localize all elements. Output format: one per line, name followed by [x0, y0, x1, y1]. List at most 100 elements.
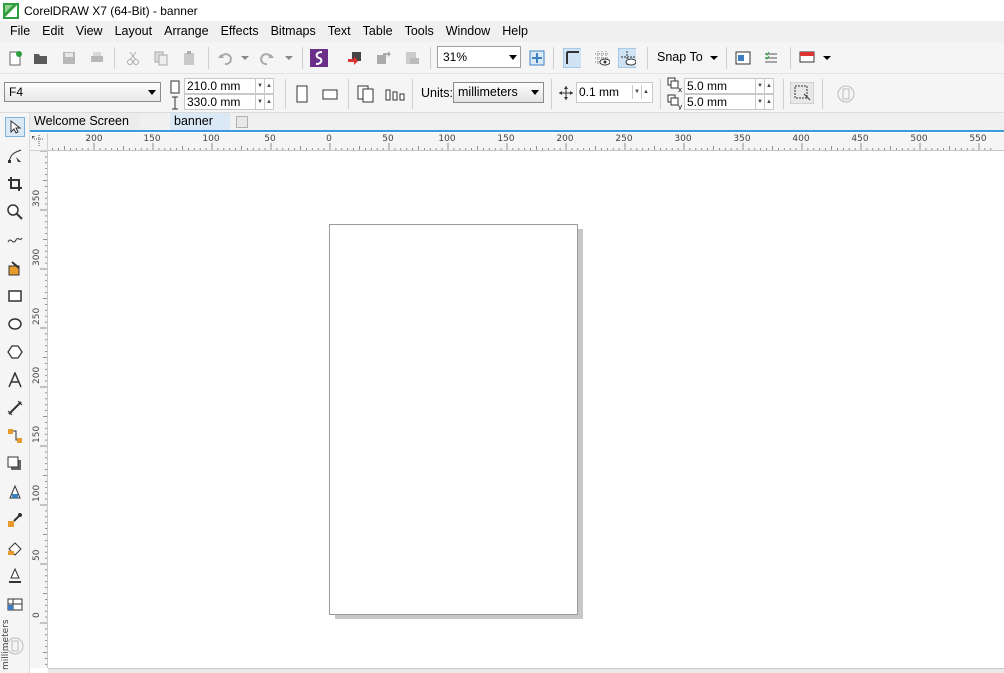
duplicate-y-field[interactable]: 5.0 mm ▼ ▲: [684, 94, 774, 110]
ellipse-tool-icon[interactable]: [5, 314, 25, 334]
redo-dropdown-icon[interactable]: [280, 49, 298, 67]
menu-tools[interactable]: Tools: [399, 21, 440, 42]
ruler-origin[interactable]: [30, 133, 48, 151]
menu-bitmaps[interactable]: Bitmaps: [265, 21, 322, 42]
spin-up-icon[interactable]: ▲: [264, 95, 273, 109]
drop-shadow-tool-icon[interactable]: [5, 454, 25, 474]
portrait-icon[interactable]: [292, 84, 312, 104]
horizontal-ruler[interactable]: 200 150 100 50 0 50 100 150 200 250 300 …: [48, 133, 1004, 151]
pick-tool-icon[interactable]: [5, 117, 25, 137]
nudge-distance-field[interactable]: 0.1 mm ▼ ▲: [576, 82, 653, 103]
vertical-ruler[interactable]: 350 300 250 200 150 100 50 0: [30, 151, 48, 668]
show-guidelines-icon[interactable]: [618, 48, 636, 68]
zoom-to-page-icon[interactable]: [528, 49, 546, 67]
spin-down-icon[interactable]: ▼: [755, 79, 764, 93]
menu-text[interactable]: Text: [322, 21, 357, 42]
chevron-down-icon[interactable]: [531, 90, 539, 95]
dup-y-spinner[interactable]: ▼ ▲: [755, 95, 773, 109]
save-icon[interactable]: [60, 49, 78, 67]
show-rulers-icon[interactable]: [563, 48, 581, 68]
tab-welcome-screen[interactable]: Welcome Screen: [30, 113, 140, 130]
cut-icon[interactable]: [124, 49, 142, 67]
interactive-fill-tool-icon[interactable]: [5, 538, 25, 558]
spin-up-icon[interactable]: ▲: [641, 85, 650, 99]
dup-x-spinner[interactable]: ▼ ▲: [755, 79, 773, 93]
spin-up-icon[interactable]: ▲: [764, 79, 773, 93]
rectangle-tool-icon[interactable]: [5, 286, 25, 306]
spin-up-icon[interactable]: ▲: [764, 95, 773, 109]
nudge-spinner[interactable]: ▼ ▲: [632, 85, 650, 99]
page-height-field[interactable]: 330.0 mm ▼ ▲: [184, 94, 274, 110]
menu-window[interactable]: Window: [440, 21, 496, 42]
page-size-select[interactable]: F4: [4, 82, 161, 102]
mesh-fill-tool-icon[interactable]: [5, 594, 25, 614]
height-spinner[interactable]: ▼ ▲: [255, 95, 273, 109]
shape-tool-icon[interactable]: [5, 146, 25, 166]
document-page[interactable]: [329, 224, 578, 615]
chevron-down-icon[interactable]: [509, 55, 517, 60]
paste-icon[interactable]: [180, 49, 198, 67]
menu-effects[interactable]: Effects: [215, 21, 265, 42]
current-page-icon[interactable]: [384, 84, 406, 104]
undo-dropdown-icon[interactable]: [236, 49, 254, 67]
smart-drawing-tool-icon[interactable]: [5, 566, 25, 586]
zoom-tool-icon[interactable]: [5, 202, 25, 222]
units-value: millimeters: [458, 85, 518, 99]
import-icon[interactable]: [346, 49, 364, 67]
open-icon[interactable]: [32, 49, 50, 67]
options-icon[interactable]: [762, 49, 780, 67]
new-document-icon[interactable]: [6, 49, 24, 67]
polygon-tool-icon[interactable]: [5, 342, 25, 362]
menu-file[interactable]: File: [4, 21, 36, 42]
menu-arrange[interactable]: Arrange: [158, 21, 214, 42]
menu-bar: File Edit View Layout Arrange Effects Bi…: [0, 21, 1004, 42]
undo-icon[interactable]: [216, 49, 234, 67]
chevron-down-icon[interactable]: [148, 90, 156, 95]
menu-view[interactable]: View: [70, 21, 109, 42]
text-tool-icon[interactable]: [5, 370, 25, 390]
zoom-level-value: 31%: [443, 50, 468, 64]
menu-help[interactable]: Help: [496, 21, 534, 42]
copy-icon[interactable]: [152, 49, 170, 67]
welcome-screen-icon[interactable]: [734, 49, 752, 67]
object-properties-icon[interactable]: [836, 84, 856, 104]
spin-down-icon[interactable]: ▼: [755, 95, 764, 109]
freehand-tool-icon[interactable]: [5, 230, 25, 250]
page-width-field[interactable]: 210.0 mm ▼ ▲: [184, 78, 274, 94]
toolbar-separator: [726, 47, 727, 69]
menu-layout[interactable]: Layout: [109, 21, 159, 42]
all-pages-icon[interactable]: [355, 84, 377, 104]
spin-down-icon[interactable]: ▼: [255, 79, 264, 93]
publish-pdf-icon[interactable]: [402, 49, 420, 67]
color-eyedropper-tool-icon[interactable]: [5, 510, 25, 530]
page-navigator-strip[interactable]: [48, 668, 1004, 673]
treat-as-filled-icon[interactable]: [790, 82, 814, 104]
duplicate-x-field[interactable]: 5.0 mm ▼ ▲: [684, 78, 774, 94]
tab-banner[interactable]: banner: [170, 113, 230, 130]
toolbar-separator: [208, 47, 209, 69]
parallel-dimension-tool-icon[interactable]: [5, 398, 25, 418]
export-icon[interactable]: [374, 49, 392, 67]
menu-edit[interactable]: Edit: [36, 21, 70, 42]
search-content-icon[interactable]: [310, 49, 328, 67]
connector-tool-icon[interactable]: [5, 426, 25, 446]
snap-to-button[interactable]: Snap To: [657, 50, 703, 64]
width-spinner[interactable]: ▼ ▲: [255, 79, 273, 93]
crop-tool-icon[interactable]: [5, 174, 25, 194]
transparency-tool-icon[interactable]: [5, 482, 25, 502]
landscape-icon[interactable]: [320, 84, 340, 104]
new-tab-icon[interactable]: [236, 116, 248, 128]
spin-down-icon[interactable]: ▼: [632, 85, 641, 99]
menu-table[interactable]: Table: [357, 21, 399, 42]
spin-down-icon[interactable]: ▼: [255, 95, 264, 109]
smart-fill-tool-icon[interactable]: [5, 258, 25, 278]
print-icon[interactable]: [88, 49, 106, 67]
zoom-level-combo[interactable]: 31%: [437, 46, 521, 68]
units-select[interactable]: millimeters: [453, 82, 544, 103]
show-grid-icon[interactable]: [593, 49, 611, 67]
snap-dropdown-icon[interactable]: [705, 49, 723, 67]
redo-icon[interactable]: [258, 49, 276, 67]
launcher-dropdown-icon[interactable]: [818, 49, 836, 67]
application-launcher-icon[interactable]: [798, 49, 816, 67]
spin-up-icon[interactable]: ▲: [264, 79, 273, 93]
